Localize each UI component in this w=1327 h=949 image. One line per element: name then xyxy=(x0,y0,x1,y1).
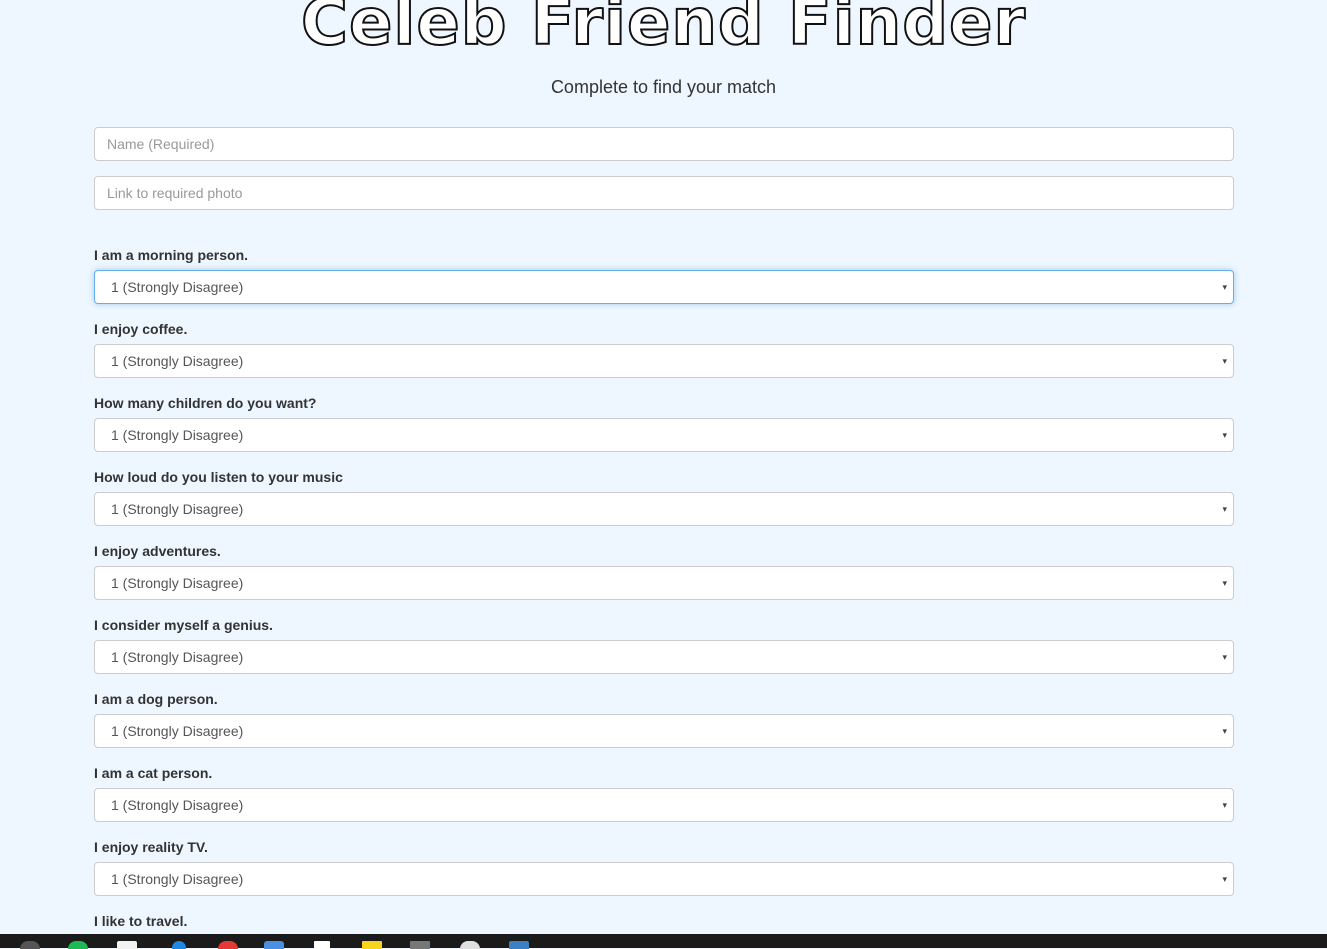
select-value: 1 (Strongly Disagree) xyxy=(111,871,244,887)
chevron-down-icon: ▾ xyxy=(1222,356,1227,366)
question-label: I am a dog person. xyxy=(94,691,218,707)
question-label: I enjoy adventures. xyxy=(94,543,221,559)
name-input[interactable] xyxy=(94,127,1234,161)
select-value: 1 (Strongly Disagree) xyxy=(111,723,244,739)
chevron-down-icon: ▾ xyxy=(1222,800,1227,810)
chevron-down-icon: ▾ xyxy=(1222,726,1227,736)
answer-select[interactable]: 1 (Strongly Disagree) ▾ xyxy=(94,270,1234,304)
question-label: I enjoy reality TV. xyxy=(94,839,208,855)
question-label: How loud do you listen to your music xyxy=(94,469,343,485)
select-value: 1 (Strongly Disagree) xyxy=(111,575,244,591)
select-value: 1 (Strongly Disagree) xyxy=(111,353,244,369)
answer-select[interactable]: 1 (Strongly Disagree) ▾ xyxy=(94,714,1234,748)
page-title: Celeb Friend Finder xyxy=(300,0,1026,61)
chevron-down-icon: ▾ xyxy=(1222,430,1227,440)
select-value: 1 (Strongly Disagree) xyxy=(111,279,244,295)
select-value: 1 (Strongly Disagree) xyxy=(111,427,244,443)
answer-select[interactable]: 1 (Strongly Disagree) ▾ xyxy=(94,344,1234,378)
page-subtitle: Complete to find your match xyxy=(550,77,777,97)
answer-select[interactable]: 1 (Strongly Disagree) ▾ xyxy=(94,418,1234,452)
question-label: I consider myself a genius. xyxy=(94,617,273,633)
select-value: 1 (Strongly Disagree) xyxy=(111,649,244,665)
select-value: 1 (Strongly Disagree) xyxy=(111,501,244,517)
question-label: I am a morning person. xyxy=(94,247,249,263)
photo-link-input[interactable] xyxy=(94,176,1234,210)
answer-select[interactable]: 1 (Strongly Disagree) ▾ xyxy=(94,492,1234,526)
taskbar xyxy=(0,934,1327,949)
chevron-down-icon: ▾ xyxy=(1222,282,1227,292)
question-label: I like to travel. xyxy=(94,913,188,929)
answer-select[interactable]: 1 (Strongly Disagree) ▾ xyxy=(94,788,1234,822)
answer-select[interactable]: 1 (Strongly Disagree) ▾ xyxy=(94,566,1234,600)
select-value: 1 (Strongly Disagree) xyxy=(111,797,244,813)
answer-select[interactable]: 1 (Strongly Disagree) ▾ xyxy=(94,862,1234,896)
chevron-down-icon: ▾ xyxy=(1222,504,1227,514)
chevron-down-icon: ▾ xyxy=(1222,578,1227,588)
question-label: How many children do you want? xyxy=(94,395,317,411)
answer-select[interactable]: 1 (Strongly Disagree) ▾ xyxy=(94,640,1234,674)
question-label: I enjoy coffee. xyxy=(94,321,188,337)
question-label: I am a cat person. xyxy=(94,765,213,781)
chevron-down-icon: ▾ xyxy=(1222,874,1227,884)
chevron-down-icon: ▾ xyxy=(1222,652,1227,662)
